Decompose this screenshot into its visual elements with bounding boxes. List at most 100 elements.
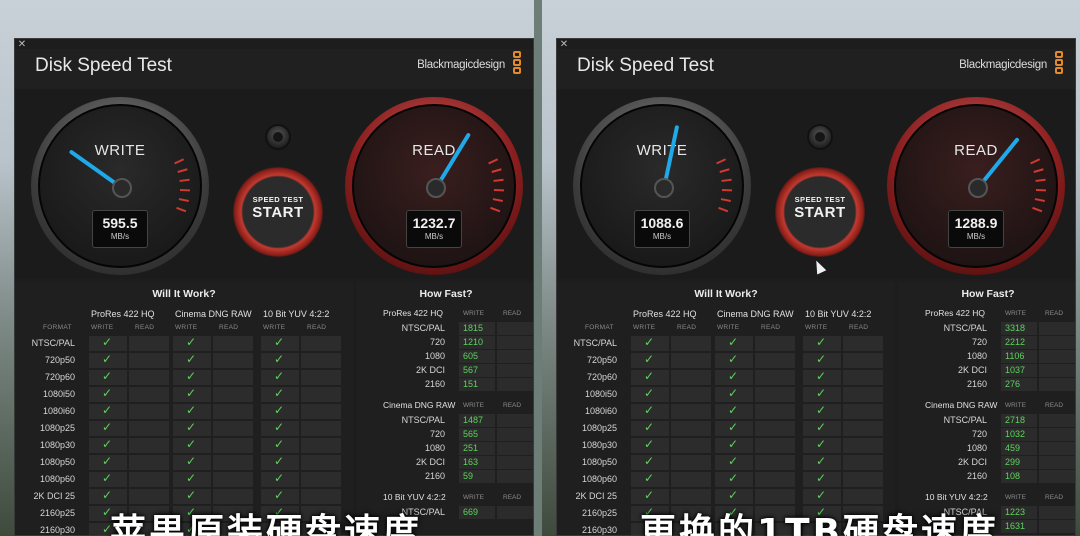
check-icon: ✓: [102, 454, 113, 468]
check-icon: ✓: [186, 403, 197, 417]
write-fps-value: 1223: [1005, 507, 1026, 517]
read-cell: [129, 455, 169, 470]
check-icon: ✓: [274, 454, 285, 468]
will-it-work-panel: Will It Work? ProRes 422 HQ WRITE READ Cinem…: [557, 282, 895, 535]
check-icon: ✓: [102, 386, 113, 400]
speed-row-label: 2K DCI: [957, 457, 987, 467]
gauge-tick: [1034, 198, 1045, 202]
check-icon: ✓: [186, 352, 197, 366]
gauge-tick: [493, 178, 504, 182]
read-column-header: READ: [1045, 402, 1064, 409]
read-cell: [843, 370, 883, 385]
read-cell: [129, 353, 169, 368]
speed-row-label: 2160: [966, 379, 987, 389]
write-fps-value: 669: [463, 507, 479, 517]
check-icon: ✓: [816, 420, 827, 434]
settings-knob[interactable]: [265, 124, 291, 150]
check-icon: ✓: [644, 471, 655, 485]
format-row-label: NTSC/PAL: [573, 338, 617, 348]
needle-hub: [654, 178, 674, 198]
title-bar: Disk Speed Test Blackmagicdesign: [15, 49, 533, 89]
gauge-tick: [491, 168, 502, 173]
read-cell: [301, 387, 341, 402]
write-fps-value: 163: [463, 457, 479, 467]
read-speed-cell: [497, 350, 533, 363]
format-row-label: 1080p60: [39, 474, 75, 484]
format-row-label: 720p60: [586, 372, 617, 382]
check-icon: ✓: [816, 403, 827, 417]
format-row-label: 1080p25: [39, 423, 75, 433]
settings-knob[interactable]: [807, 124, 833, 150]
speed-group-header: 10 Bit YUV 4:2:2: [383, 492, 446, 502]
write-readout: 1088.6 MB/s: [634, 210, 690, 248]
check-icon: ✓: [102, 403, 113, 417]
write-fps-value: 299: [1005, 457, 1021, 467]
read-cell: [671, 489, 711, 504]
write-gauge: WRITE 595.5 MB/s: [31, 97, 209, 275]
check-icon: ✓: [644, 420, 655, 434]
check-icon: ✓: [274, 437, 285, 451]
caption-right: 更换的1TB硬盘速度: [640, 512, 1000, 536]
read-cell: [755, 370, 795, 385]
format-group-header: Cinema DNG RAW: [175, 309, 252, 319]
brand-name: Blackmagicdesign: [417, 59, 505, 71]
read-cell: [755, 438, 795, 453]
gauge-tick: [178, 198, 189, 202]
check-icon: ✓: [274, 488, 285, 502]
caption-left: 苹果原装硬盘速度: [110, 512, 423, 536]
check-icon: ✓: [186, 335, 197, 349]
speed-row-label: 2K DCI: [415, 457, 445, 467]
read-speed-cell: [1039, 414, 1075, 427]
speed-row-label: NTSC/PAL: [943, 415, 987, 425]
read-cell: [129, 438, 169, 453]
read-speed-cell: [1039, 336, 1075, 349]
speed-row-label: 2K DCI: [957, 365, 987, 375]
speed-group-header: Cinema DNG RAW: [383, 400, 456, 410]
format-group-header: ProRes 422 HQ: [91, 309, 155, 319]
format-row-label: 1080p30: [581, 440, 617, 450]
format-row-label: 1080p50: [39, 457, 75, 467]
speed-row-label: 2160: [424, 471, 445, 481]
gauge-tick: [1032, 206, 1043, 213]
write-fps-value: 1210: [463, 337, 484, 347]
read-cell: [755, 455, 795, 470]
format-row-label: 1080p50: [581, 457, 617, 467]
gauge-tick: [718, 206, 729, 213]
read-cell: [671, 455, 711, 470]
read-cell: [843, 353, 883, 368]
read-column-header: READ: [307, 324, 327, 331]
read-cell: [755, 404, 795, 419]
read-column-header: READ: [1045, 494, 1064, 501]
write-fps-value: 1631: [1005, 521, 1026, 531]
start-button[interactable]: SPEED TEST START: [233, 167, 323, 257]
read-cell: [129, 421, 169, 436]
format-row-label: 2160p25: [581, 508, 617, 518]
check-icon: ✓: [274, 335, 285, 349]
read-cell: [129, 336, 169, 351]
read-cell: [301, 353, 341, 368]
check-icon: ✓: [102, 471, 113, 485]
write-fps-value: 565: [463, 429, 479, 439]
read-speed-cell: [1039, 350, 1075, 363]
format-row-label: 1080p25: [581, 423, 617, 433]
read-cell: [843, 387, 883, 402]
gauge-tick: [490, 206, 501, 213]
check-icon: ✓: [644, 403, 655, 417]
window-title: Disk Speed Test: [577, 55, 714, 76]
read-readout: 1232.7 MB/s: [406, 210, 462, 248]
read-cell: [213, 489, 253, 504]
check-icon: ✓: [728, 420, 739, 434]
read-cell: [843, 336, 883, 351]
gauge-tick: [488, 158, 499, 165]
write-readout: 595.5 MB/s: [92, 210, 148, 248]
check-icon: ✓: [186, 471, 197, 485]
write-column-header: WRITE: [463, 402, 484, 409]
format-group-header: 10 Bit YUV 4:2:2: [805, 309, 872, 319]
read-cell: [213, 370, 253, 385]
gauge-tick: [1035, 178, 1046, 182]
format-row-label: 720p50: [586, 355, 617, 365]
format-row-label: 2K DCI 25: [575, 491, 617, 501]
start-button[interactable]: SPEED TEST START: [775, 167, 865, 257]
read-speed-cell: [497, 428, 533, 441]
read-column-header: READ: [503, 494, 522, 501]
